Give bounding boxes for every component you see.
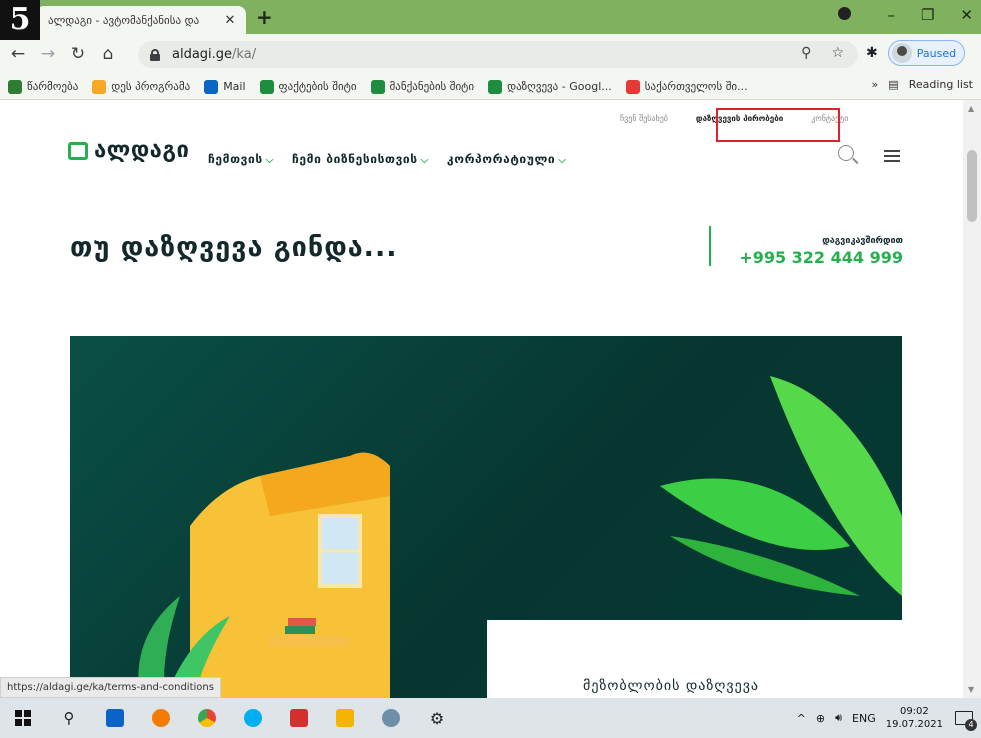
network-icon[interactable]: ⊕ [816, 712, 825, 725]
browser-toolbar: ← → ↻ ⌂ aldagi.ge /ka/ ⚲ ☆ ✱ Paused ⋮ [0, 34, 981, 74]
lock-icon[interactable] [150, 48, 160, 61]
bookmarks-overflow-button[interactable]: » [872, 78, 879, 91]
window-controls: – ❐ ✕ [838, 4, 973, 26]
bookmark-item[interactable]: ფაქტების შიტი [259, 79, 357, 94]
scroll-down-icon[interactable]: ▼ [968, 685, 974, 694]
bookmark-favicon-icon [370, 79, 385, 94]
hero-title: თუ დაზღვევა გინდა... [70, 232, 398, 263]
bookmark-favicon-icon [259, 79, 274, 94]
reading-list-button[interactable]: Reading list [909, 78, 973, 91]
back-button[interactable]: ← [6, 44, 30, 64]
highlight-annotation [716, 108, 840, 142]
paint-icon[interactable] [368, 698, 414, 738]
start-button[interactable] [0, 698, 46, 738]
chrome-icon[interactable] [184, 698, 230, 738]
bookmark-item[interactable]: საქართველოს ში... [625, 79, 748, 94]
bookmark-favicon-icon [92, 79, 107, 94]
contact-label: დაგვიკავშირდით [822, 236, 903, 246]
logo-mark-icon [68, 141, 88, 160]
firefox-icon[interactable] [138, 698, 184, 738]
file-explorer-icon[interactable] [322, 698, 368, 738]
divider [709, 226, 711, 266]
notifications-icon[interactable]: 4 [953, 707, 977, 731]
bookmark-item[interactable]: წარმოება [8, 79, 78, 94]
profile-indicator-icon[interactable] [838, 4, 861, 26]
top-link-about[interactable]: ჩვენ შესახებ [620, 114, 668, 123]
url-host: aldagi.ge [172, 47, 233, 62]
status-bar-url: https://aldagi.ge/ka/terms-and-condition… [0, 677, 221, 698]
maximize-button[interactable]: ❐ [921, 4, 934, 26]
page-viewport: ჩვენ შესახებ დაზღვევის პირობები კონტაქტი… [0, 100, 963, 698]
zoom-icon[interactable]: ⚲ [801, 45, 811, 61]
browser-tab[interactable]: ალდაგი - ავტომანქანისა და ✕ [36, 6, 246, 34]
bookmark-item[interactable]: დეს პროგრამა [92, 79, 190, 94]
tab-title: ალდაგი - ავტომანქანისა და [48, 13, 200, 27]
windows-icon [15, 710, 31, 726]
clock[interactable]: 09:02 19.07.2021 [886, 705, 943, 731]
bookmark-favicon-icon [8, 79, 22, 94]
notification-count: 4 [965, 719, 977, 731]
outlook-icon[interactable] [92, 698, 138, 738]
clock-date: 19.07.2021 [885, 719, 943, 730]
bookmark-item[interactable]: დაზღვევა - Googl... [488, 79, 612, 94]
search-taskbar-icon[interactable]: ⚲ [46, 698, 92, 738]
extensions-icon[interactable]: ✱ [866, 45, 878, 61]
settings-icon[interactable]: ⚙ [414, 698, 460, 738]
product-card[interactable]: მეზობლობის დაზღვევა [487, 620, 963, 698]
close-window-button[interactable]: ✕ [960, 4, 973, 26]
nav-item-corporate[interactable]: კორპორატიული ⌵ [447, 152, 567, 166]
search-icon[interactable] [838, 145, 854, 161]
chevron-down-icon: ⌵ [265, 155, 274, 166]
contact-phone[interactable]: +995 322 444 999 [739, 248, 903, 267]
bookmark-favicon-icon [488, 79, 503, 94]
page-scrollbar[interactable]: ▲ ▼ [963, 100, 981, 698]
logo-text: ალდაგი [94, 138, 190, 163]
profile-status: Paused [916, 46, 957, 60]
menu-icon[interactable] [884, 150, 900, 165]
new-tab-button[interactable]: + [256, 6, 273, 28]
chevron-down-icon: ⌵ [420, 155, 429, 166]
language-indicator[interactable]: ENG [852, 712, 876, 725]
bookmark-item[interactable]: Mail [204, 79, 246, 94]
reading-list-icon: ▤ [888, 78, 899, 91]
clock-time: 09:02 [899, 706, 929, 717]
acrobat-icon[interactable] [276, 698, 322, 738]
forward-button[interactable]: → [36, 44, 60, 64]
nav-item-business[interactable]: ჩემი ბიზნესისთვის ⌵ [292, 152, 429, 166]
bookmark-star-icon[interactable]: ☆ [831, 45, 844, 61]
tab-strip: 5 ალდაგი - ავტომანქანისა და ✕ + – ❐ ✕ [0, 0, 981, 40]
chevron-down-icon: ⌵ [558, 155, 567, 166]
url-path: /ka/ [232, 47, 257, 62]
step-marker: 5 [0, 0, 40, 40]
profile-button[interactable]: Paused [887, 40, 966, 66]
minimize-button[interactable]: – [887, 4, 895, 26]
bookmarks-bar: წარმოება დეს პროგრამა Mail ფაქტების შიტი… [0, 74, 981, 100]
bookmark-favicon-icon [204, 79, 219, 94]
tab-close-icon[interactable]: ✕ [222, 13, 238, 28]
card-title: მეზობლობის დაზღვევა [583, 678, 759, 694]
main-nav: ჩემთვის ⌵ ჩემი ბიზნესისთვის ⌵ კორპორატიული… [208, 152, 566, 166]
address-bar[interactable]: aldagi.ge /ka/ ⚲ ☆ [138, 41, 858, 68]
taskbar: ⚲ ⚙ ^ ⊕ 🔊︎ ENG 09:02 19.07.2021 4 [0, 698, 981, 738]
volume-icon[interactable]: 🔊︎ [835, 711, 842, 725]
scroll-up-icon[interactable]: ▲ [968, 104, 974, 113]
home-button[interactable]: ⌂ [96, 44, 120, 64]
bookmark-item[interactable]: მანქანების შიტი [370, 79, 474, 94]
nav-item-personal[interactable]: ჩემთვის ⌵ [208, 152, 274, 166]
show-hidden-icons[interactable]: ^ [797, 712, 806, 725]
avatar [891, 43, 912, 63]
bookmark-favicon-icon [625, 79, 640, 94]
scroll-thumb[interactable] [967, 150, 977, 222]
skype-icon[interactable] [230, 698, 276, 738]
reload-button[interactable]: ↻ [66, 44, 90, 64]
site-logo[interactable]: ალდაგი [68, 138, 189, 163]
